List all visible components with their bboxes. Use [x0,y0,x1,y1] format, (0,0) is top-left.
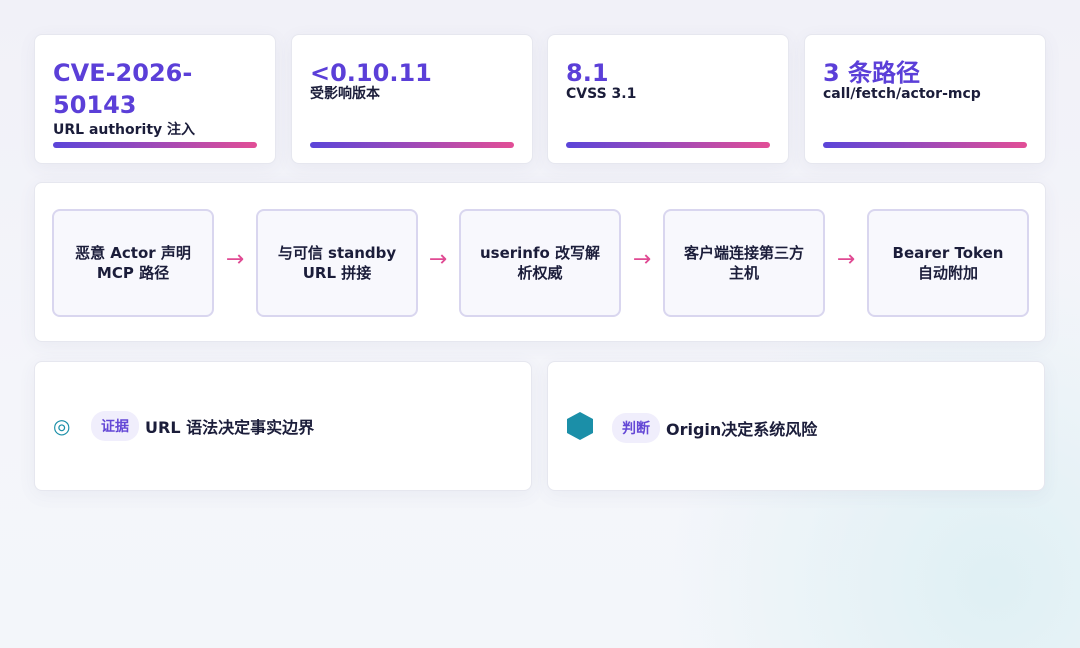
arrow-right-icon: → [225,247,245,272]
stat-card-paths: 3 条路径 call/fetch/actor-mcp [804,34,1046,164]
flow-step: 与可信 standby URL 拼接 [256,209,418,317]
target-icon: ◎ [53,414,71,438]
judgment-row: 判断 Origin决定系统风险 [566,411,817,445]
stat-label: URL authority 注入 [53,122,196,138]
flow-step: 恶意 Actor 声明 MCP 路径 [52,209,214,317]
accent-bar [53,142,257,148]
stat-label: CVSS 3.1 [566,86,637,102]
accent-bar [566,142,770,148]
judgment-tag: 判断 [612,413,660,443]
flow-step: userinfo 改写解析权威 [459,209,621,317]
arrow-right-icon: → [428,247,448,272]
accent-bar [310,142,514,148]
evidence-row: ◎ 证据 URL 语法决定事实边界 [53,411,314,441]
flow-step: 客户端连接第三方主机 [663,209,825,317]
evidence-text: URL 语法决定事实边界 [145,418,315,437]
stat-card-version: <0.10.11 受影响版本 [291,34,533,164]
accent-bar [823,142,1027,148]
arrow-right-icon: → [836,247,856,272]
hexagon-icon [566,411,612,445]
arrow-right-icon: → [632,247,652,272]
stat-value: CVE-2026-50143 [53,59,193,119]
flow-step: Bearer Token 自动附加 [867,209,1029,317]
judgment-card: 判断 Origin决定系统风险 [547,361,1045,491]
evidence-tag: 证据 [91,411,139,441]
stat-label: call/fetch/actor-mcp [823,86,981,102]
attack-flow-panel: 恶意 Actor 声明 MCP 路径 → 与可信 standby URL 拼接 … [34,182,1046,342]
stat-card-cve: CVE-2026-50143 URL authority 注入 [34,34,276,164]
judgment-text: Origin决定系统风险 [666,420,818,439]
stat-card-cvss: 8.1 CVSS 3.1 [547,34,789,164]
evidence-card: ◎ 证据 URL 语法决定事实边界 [34,361,532,491]
